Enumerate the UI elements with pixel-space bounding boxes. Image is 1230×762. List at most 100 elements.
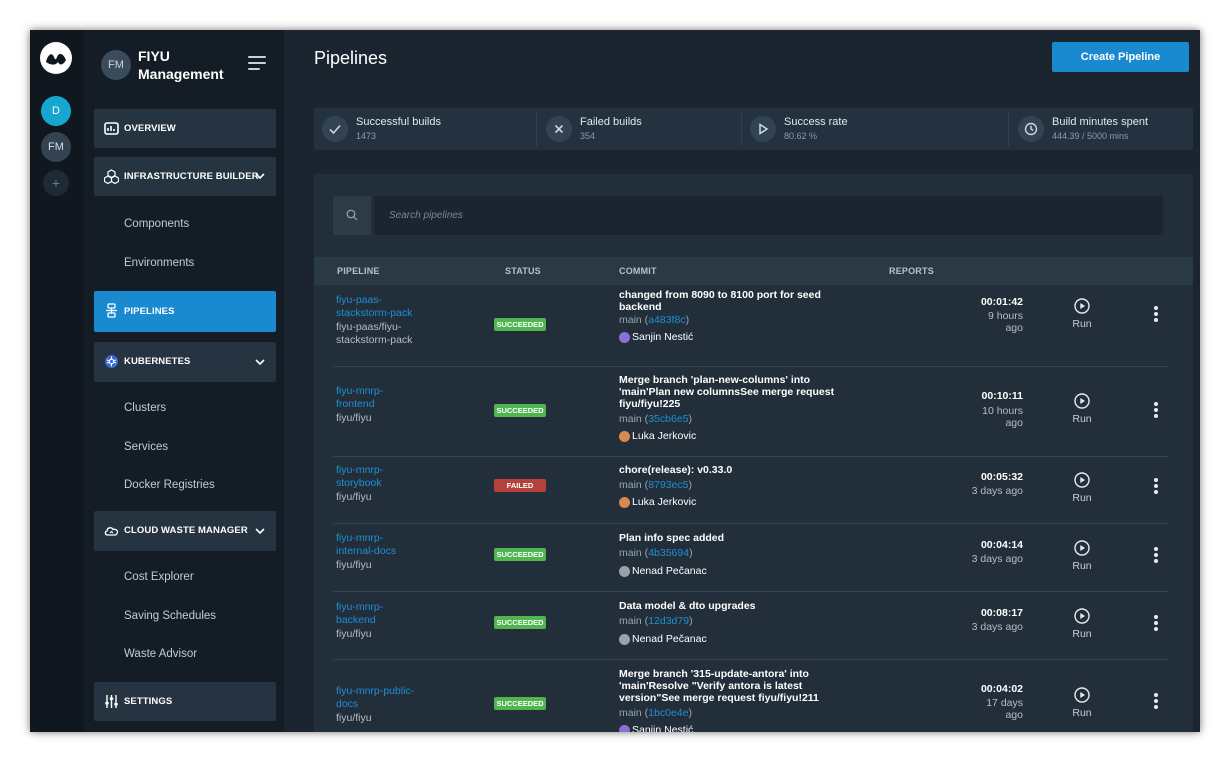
org-avatar: FM <box>101 50 131 80</box>
build-duration: 00:08:17 <box>980 607 1023 619</box>
nav-services[interactable]: Services <box>124 441 168 453</box>
commit-author: Luka Jerkovic <box>619 496 696 508</box>
branch-name: main ( <box>619 547 649 559</box>
nav-overview[interactable]: OVERVIEW <box>94 109 276 148</box>
run-label: Run <box>1072 492 1092 504</box>
pipeline-name-link[interactable]: fiyu-mnrp-frontend <box>336 385 456 411</box>
page-title: Pipelines <box>314 48 388 68</box>
play-circle-icon <box>1074 540 1090 556</box>
pipeline-name-link[interactable]: fiyu-mnrp-backend <box>336 601 456 627</box>
nav-docker-registries[interactable]: Docker Registries <box>124 479 215 491</box>
commit-hash-link[interactable]: 8793ec5 <box>648 479 688 491</box>
branch-paren: ) <box>685 314 690 326</box>
branch-name: main ( <box>619 413 649 425</box>
workspace-rail: D FM + <box>30 30 84 732</box>
commit-branch: main (4b35694) <box>619 547 693 559</box>
status-badge: SUCCEEDED <box>494 697 546 710</box>
app-window: D FM + FM FIYU Management OVERVIEW INFRA… <box>30 30 1200 732</box>
more-options-icon[interactable] <box>1153 478 1159 494</box>
build-time-ago: 9 hours ago <box>987 310 1023 334</box>
run-pipeline-button[interactable]: Run <box>1070 540 1094 574</box>
run-pipeline-button[interactable]: Run <box>1070 393 1094 427</box>
run-pipeline-button[interactable]: Run <box>1070 298 1094 332</box>
commit-author: Nenad Pečanac <box>619 565 707 577</box>
branch-name: main ( <box>619 314 649 326</box>
branch-paren: ) <box>688 413 692 425</box>
nav-settings-label: SETTINGS <box>124 696 173 707</box>
nav-settings[interactable]: SETTINGS <box>94 682 276 721</box>
nav-pipelines[interactable]: PIPELINES <box>94 291 276 332</box>
table-row: fiyu-mnrp-internal-docs fiyu/fiyu SUCCEEDE… <box>333 523 1169 592</box>
commit-hash-link[interactable]: 4b35694 <box>648 547 689 559</box>
nav-cloud-waste-manager[interactable]: CLOUD WASTE MANAGER <box>94 511 276 551</box>
commit-author: Sanjin Nestić <box>619 331 693 343</box>
status-badge: SUCCEEDED <box>494 548 546 561</box>
table-row: fiyu-mnrp-public-docs fiyu/fiyu SUCCEEDED M… <box>333 659 1169 732</box>
run-pipeline-button[interactable]: Run <box>1070 687 1094 721</box>
workspace-avatar-d[interactable]: D <box>41 96 71 126</box>
author-name: Luka Jerkovic <box>632 430 697 442</box>
cubes-icon <box>104 169 119 184</box>
branch-name: main ( <box>619 479 649 491</box>
nav-environments[interactable]: Environments <box>124 257 194 269</box>
run-label: Run <box>1072 628 1092 640</box>
more-options-icon[interactable] <box>1153 306 1159 322</box>
more-options-icon[interactable] <box>1153 547 1159 563</box>
workspace-avatar-fm[interactable]: FM <box>41 132 71 162</box>
author-avatar <box>619 634 630 645</box>
menu-toggle-icon[interactable] <box>248 56 268 70</box>
more-options-icon[interactable] <box>1153 693 1159 709</box>
commit-hash-link[interactable]: 1bc0e4e <box>648 707 688 719</box>
search-input[interactable] <box>374 196 1163 235</box>
fiyu-logo-icon[interactable] <box>40 42 72 74</box>
pipeline-name-link[interactable]: fiyu-paas-stackstorm-pack <box>336 294 456 320</box>
commit-hash-link[interactable]: 12d3d79 <box>648 615 689 627</box>
nav-clusters[interactable]: Clusters <box>124 402 166 414</box>
pipeline-name-link[interactable]: fiyu-mnrp-internal-docs <box>336 532 456 558</box>
x-icon <box>546 116 572 142</box>
build-time-ago: 3 days ago <box>971 621 1023 633</box>
nav-saving-schedules[interactable]: Saving Schedules <box>124 610 216 622</box>
create-pipeline-button[interactable]: Create Pipeline <box>1052 42 1189 72</box>
search-bar <box>333 196 1163 235</box>
nav-infrastructure-builder[interactable]: INFRASTRUCTURE BUILDER <box>94 157 276 196</box>
pipeline-name-link[interactable]: fiyu-mnrp-public-docs <box>336 685 456 711</box>
table-header: PIPELINE STATUS COMMIT REPORTS <box>314 257 1193 285</box>
play-circle-icon <box>1074 608 1090 624</box>
add-workspace-button[interactable]: + <box>43 170 69 196</box>
run-pipeline-button[interactable]: Run <box>1070 608 1094 642</box>
nav-kubernetes[interactable]: KUBERNETES <box>94 342 276 382</box>
build-duration: 00:05:32 <box>980 471 1023 483</box>
more-options-icon[interactable] <box>1153 615 1159 631</box>
column-header-status: STATUS <box>505 266 541 276</box>
commit-message: Data model & dto upgrades <box>619 600 756 612</box>
branch-paren: ) <box>689 615 693 627</box>
author-name: Nenad Pečanac <box>632 633 707 645</box>
nav-waste-advisor[interactable]: Waste Advisor <box>124 648 197 660</box>
pipelines-panel: PIPELINE STATUS COMMIT REPORTS fiyu-paas… <box>314 174 1193 732</box>
pipeline-icon <box>106 303 117 318</box>
pipeline-repo: fiyu-paas/fiyu-stackstorm-pack <box>336 321 413 346</box>
commit-message: Plan info spec added <box>619 532 725 544</box>
nav-components[interactable]: Components <box>124 218 189 230</box>
table-row: fiyu-mnrp-backend fiyu/fiyu SUCCEEDED Data … <box>333 591 1169 660</box>
sliders-icon <box>105 695 118 708</box>
build-time-ago: 3 days ago <box>971 553 1023 565</box>
commit-hash-link[interactable]: a483f8c <box>648 314 685 326</box>
stat-value: 444.39 / 5000 mins <box>1052 131 1129 141</box>
author-avatar <box>619 332 630 343</box>
pipeline-name-link[interactable]: fiyu-mnrp-storybook <box>336 464 456 490</box>
search-icon <box>346 209 358 221</box>
branch-name: main ( <box>619 707 649 719</box>
run-pipeline-button[interactable]: Run <box>1070 472 1094 506</box>
nav-cost-explorer[interactable]: Cost Explorer <box>124 571 194 583</box>
commit-branch: main (1bc0e4e) <box>619 707 692 719</box>
branch-paren: ) <box>689 547 693 559</box>
main-content: Pipelines Create Pipeline Successful bui… <box>284 30 1200 732</box>
more-options-icon[interactable] <box>1153 402 1159 418</box>
play-icon <box>750 116 776 142</box>
commit-hash-link[interactable]: 35cb6e5 <box>648 413 688 425</box>
run-label: Run <box>1072 318 1092 330</box>
search-button[interactable] <box>333 196 371 235</box>
chevron-down-icon <box>255 173 265 180</box>
